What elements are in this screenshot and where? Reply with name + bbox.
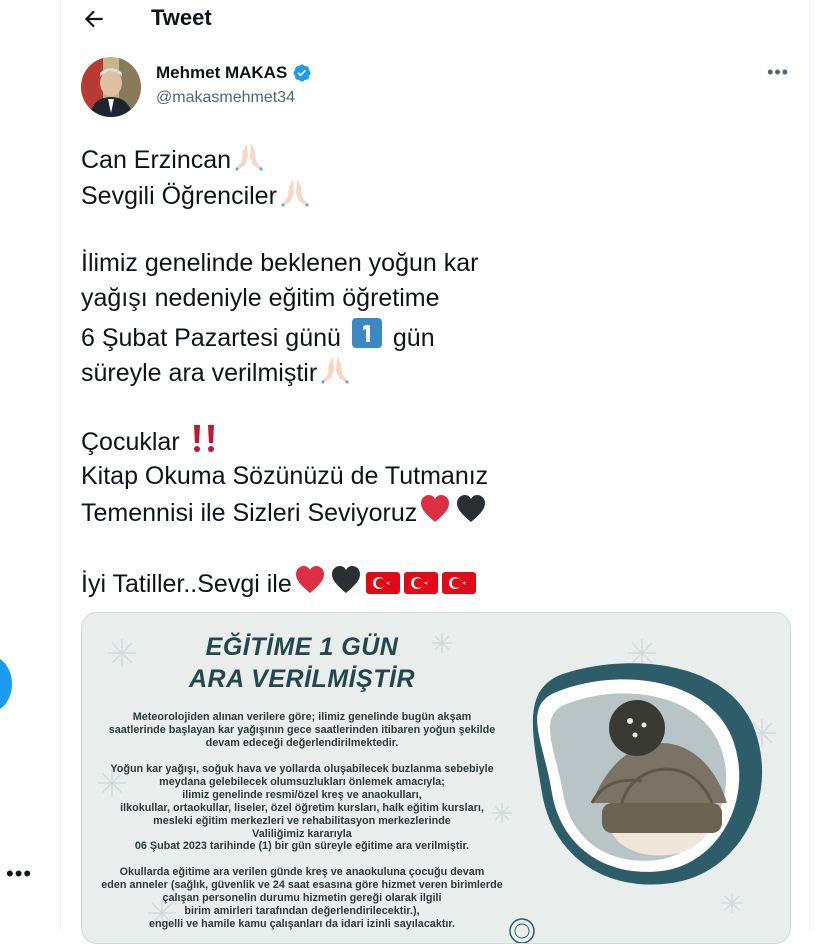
poster-line: Yoğun kar yağışı, soğuk hava ve yollarda… bbox=[110, 763, 494, 775]
tweet-line-text: Sevgili Öğrenciler bbox=[81, 181, 277, 210]
author-name-row: Mehmet MAKAS bbox=[156, 63, 312, 83]
author-handle[interactable]: @makasmehmet34 bbox=[156, 89, 295, 107]
double-exclamation-emoji bbox=[193, 425, 214, 452]
keycap-1-emoji bbox=[351, 317, 382, 348]
tweet-line-text: 6 Şubat Pazartesi günü bbox=[81, 323, 341, 352]
tweet-line: 6 Şubat Pazartesi günü gün bbox=[81, 317, 681, 353]
tweet-column: Tweet Mehmet MAKAS @makasmehmet34 ••• Ca… bbox=[60, 0, 810, 944]
turkey-flag-emoji bbox=[365, 572, 400, 594]
red-heart-emoji bbox=[295, 566, 324, 593]
poster-line: saatlerinde başlayan kar yağışının gece … bbox=[108, 723, 496, 736]
red-heart-emoji bbox=[421, 495, 450, 522]
poster-line: Valiliğimiz kararıyla bbox=[252, 827, 352, 840]
folded-hands-emoji bbox=[321, 356, 350, 384]
tweet-line: İlimiz genelinde beklenen yoğun kar bbox=[81, 248, 479, 277]
poster-line: Meteorolojiden alınan verilere göre; ili… bbox=[132, 711, 472, 723]
poster-line: engelli ve hamile kamu çalışanları da id… bbox=[148, 917, 456, 930]
tweet-line: Can Erzincan bbox=[81, 139, 681, 175]
poster-line: mesleki eğitim merkezleri ve rehabilitas… bbox=[153, 814, 451, 827]
more-menu-icon[interactable]: ••• bbox=[6, 863, 32, 885]
tweet-text: Can Erzincan Sevgili Öğrenciler İlimiz g… bbox=[81, 139, 681, 601]
tweet-line: Sevgili Öğrenciler bbox=[81, 175, 681, 211]
verified-badge-icon bbox=[293, 64, 311, 82]
poster-line: birim amirleri tarafından değerlendirile… bbox=[184, 904, 420, 917]
tweet-line: Çocuklar bbox=[81, 423, 681, 459]
tweet-media-image[interactable]: EĞİTİME 1 GÜN ARA VERİLMİŞTİR Meteoroloj… bbox=[81, 612, 791, 944]
tweet-line: yağışı nedeniyle eğitim öğretime bbox=[81, 284, 440, 312]
tweet-line-text: süreyle ara verilmiştir bbox=[81, 359, 318, 387]
tweet-line: Kitap Okuma Sözünüzü de Tutmanız bbox=[81, 461, 489, 490]
poster-paragraph: Meteorolojiden alınan verilere göre; ili… bbox=[82, 711, 522, 750]
poster-line: devam edeceği değerlendirilmektedir. bbox=[205, 736, 399, 749]
page-title: Tweet bbox=[151, 5, 212, 30]
tweet-line-text: İyi Tatiller..Sevgi ile bbox=[81, 570, 292, 598]
left-rail: ••• bbox=[0, 0, 60, 930]
black-heart-emoji bbox=[331, 566, 360, 593]
tweet-line-text: Çocuklar bbox=[81, 428, 180, 456]
compose-tweet-button[interactable] bbox=[0, 655, 12, 713]
tweet-line: Temennisi ile Sizleri Seviyoruz bbox=[81, 494, 681, 530]
poster-line: ilimiz genelinde resmi/özel kreş ve anao… bbox=[182, 788, 422, 801]
poster-title-line: EĞİTİME 1 GÜN bbox=[205, 633, 399, 661]
tweet-line-text: Temennisi ile Sizleri Seviyoruz bbox=[81, 499, 418, 527]
poster-line: ilkokullar, ortaokullar, liseler, özel ö… bbox=[120, 801, 484, 814]
author-name[interactable]: Mehmet MAKAS bbox=[156, 63, 287, 83]
turkey-flag-emoji bbox=[441, 572, 476, 594]
tweet-line: İyi Tatiller..Sevgi ile bbox=[81, 565, 681, 601]
poster-title-line: ARA VERİLMİŞTİR bbox=[188, 665, 416, 693]
avatar[interactable] bbox=[81, 57, 141, 117]
turkey-flag-emoji bbox=[403, 572, 438, 594]
poster-line: 06 Şubat 2023 tarihinde (1) bir gün süre… bbox=[134, 840, 470, 853]
poster-line: Okullarda eğitime ara verilen günde kreş… bbox=[119, 866, 485, 878]
tweet-line-text: Can Erzincan bbox=[81, 146, 232, 174]
tweet-line: süreyle ara verilmiştir bbox=[81, 352, 681, 388]
poster-line: çalışan personelin durumu hizmetin gereğ… bbox=[162, 891, 442, 904]
poster-paragraph: Okullarda eğitime ara verilen günde kreş… bbox=[82, 866, 522, 931]
poster-line: meydana gelebilecek olumsuzlukları önlem… bbox=[159, 775, 445, 788]
back-arrow-icon[interactable] bbox=[81, 6, 107, 32]
folded-hands-emoji bbox=[280, 178, 309, 207]
folded-hands-emoji bbox=[235, 143, 264, 171]
black-heart-emoji bbox=[457, 495, 486, 522]
poster-line: eden anneler (sağlık, güvenlik ve 24 saa… bbox=[101, 878, 503, 891]
more-icon[interactable]: ••• bbox=[767, 62, 789, 83]
header: Tweet bbox=[61, 0, 809, 40]
poster-paragraph: Yoğun kar yağışı, soğuk hava ve yollarda… bbox=[82, 763, 522, 853]
tweet-line-text: gün bbox=[392, 323, 435, 352]
